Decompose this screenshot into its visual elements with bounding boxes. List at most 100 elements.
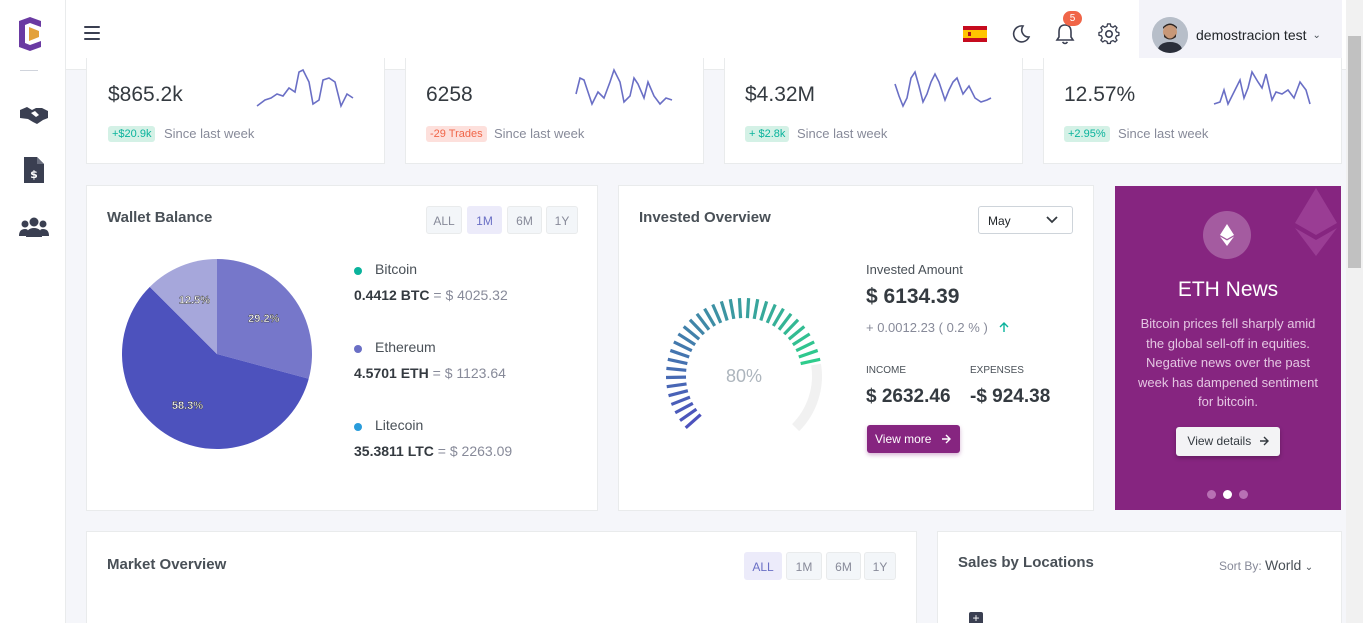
stat-value: $865.2k — [108, 83, 183, 106]
stat-card-rate: 12.57% +2.95% Since last week — [1043, 58, 1342, 164]
carousel-dot-active[interactable] — [1223, 490, 1232, 499]
gauge-tick — [673, 340, 693, 353]
coin-usd: $ 2263.09 — [449, 443, 513, 459]
users-icon[interactable] — [18, 212, 50, 242]
sidebar: $ — [0, 0, 66, 623]
gauge-tick — [737, 298, 743, 319]
stat-since-text: Since last week — [164, 126, 255, 141]
sales-by-locations-card: Sales by Locations Sort By: World ⌄ + — [937, 531, 1342, 623]
sort-dropdown[interactable]: Sort By: World ⌄ — [1219, 557, 1313, 573]
chevron-down-icon — [1046, 216, 1058, 224]
notification-badge: 5 — [1063, 11, 1082, 26]
range-button-1m[interactable]: 1M — [786, 552, 822, 580]
invested-change-text: + 0.0012.23 ( 0.2 % ) — [866, 320, 988, 335]
pie-slice-label: 58.3% — [172, 400, 203, 412]
month-select-value: May — [988, 214, 1011, 228]
range-button-6m[interactable]: 6M — [507, 206, 542, 234]
legend-dot — [354, 267, 362, 275]
gauge-tick — [667, 357, 688, 366]
arrow-right-icon — [1259, 436, 1269, 446]
view-details-label: View details — [1187, 434, 1252, 448]
view-more-button[interactable]: View more — [867, 425, 960, 453]
range-button-1m[interactable]: 1M — [467, 206, 502, 234]
spain-flag-icon[interactable] — [963, 26, 987, 42]
gauge-tick — [728, 298, 736, 320]
invested-gauge — [665, 298, 822, 432]
user-name: demostracion test — [1196, 27, 1307, 43]
gauge-tick — [798, 348, 819, 359]
stat-value: 12.57% — [1064, 83, 1136, 106]
range-button-all[interactable]: ALL — [426, 206, 462, 234]
gauge-tick — [752, 298, 760, 320]
brand-logo[interactable] — [17, 17, 43, 51]
wallet-balance-card: Wallet Balance ALL 1M 6M 1Y 29.2% 58.3% 12… — [86, 185, 598, 511]
gauge-tick — [800, 357, 821, 366]
gauge-tick — [759, 300, 769, 321]
invested-change: + 0.0012.23 ( 0.2 % ) — [866, 320, 1009, 335]
gauge-tick — [670, 395, 691, 406]
menu-toggle-icon[interactable] — [84, 26, 100, 40]
gauge-tick — [765, 303, 777, 324]
chevron-down-icon: ⌄ — [1304, 562, 1314, 573]
income-value: $ 2632.46 — [866, 386, 951, 407]
coin-usd: $ 4025.32 — [445, 287, 508, 303]
invested-amount-label: Invested Amount — [866, 262, 963, 277]
invested-overview-card: Invested Overview May 80% Invested Amoun… — [618, 185, 1094, 511]
gauge-tick — [674, 401, 694, 415]
invested-amount: $ 6134.39 — [866, 285, 960, 308]
gauge-tick — [719, 300, 729, 321]
stat-change-badge: + $2.8k — [745, 126, 790, 142]
gauge-value-label: 80% — [725, 366, 763, 386]
ethereum-icon — [1203, 211, 1251, 259]
eth-news-text: Bitcoin prices fell sharply amid the glo… — [1138, 316, 1318, 410]
card-title: Sales by Locations — [958, 554, 1094, 571]
ethereum-watermark-icon — [1295, 188, 1337, 256]
gauge-tick — [668, 389, 689, 398]
stat-change-badge: +$20.9k — [108, 126, 156, 142]
scrollbar-thumb[interactable] — [1348, 36, 1361, 268]
sort-label: Sort By: — [1219, 559, 1262, 573]
month-select[interactable]: May — [978, 206, 1073, 234]
coin-amount: 0.4412 BTC — [354, 287, 430, 303]
svg-text:$: $ — [30, 168, 38, 181]
handshake-icon[interactable] — [18, 100, 50, 130]
zoom-in-icon[interactable]: + — [969, 612, 983, 623]
range-button-6m[interactable]: 6M — [826, 552, 861, 580]
expenses-label: EXPENSES — [970, 365, 1024, 376]
range-button-1y[interactable]: 1Y — [546, 206, 578, 234]
stat-value: 6258 — [426, 83, 473, 106]
sparkline — [256, 68, 354, 109]
stat-change-badge: -29 Trades — [426, 126, 487, 142]
stat-card-volume: $4.32M + $2.8k Since last week — [724, 58, 1023, 164]
gear-icon[interactable] — [1097, 22, 1121, 46]
carousel-dot[interactable] — [1239, 490, 1248, 499]
carousel-dot[interactable] — [1207, 490, 1216, 499]
stat-value: $4.32M — [745, 83, 816, 106]
market-overview-card: Market Overview ALL 1M 6M 1Y — [86, 531, 917, 623]
moon-icon[interactable] — [1009, 22, 1033, 46]
view-details-button[interactable]: View details — [1176, 427, 1280, 456]
legend-coin-name: Ethereum — [375, 339, 436, 355]
stat-card-trades: 6258 -29 Trades Since last week — [405, 58, 704, 164]
legend-dot — [354, 345, 362, 353]
arrow-up-icon — [999, 322, 1009, 332]
coin-amount: 35.3811 LTC — [354, 443, 434, 459]
legend-coin-name: Litecoin — [375, 417, 424, 433]
chevron-down-icon: ⌄ — [1312, 29, 1321, 41]
eth-news-card: ETH News Bitcoin prices fell sharply ami… — [1115, 186, 1341, 510]
legend-coin-value: 0.4412 BTC = $ 4025.32 — [354, 287, 508, 303]
range-button-all[interactable]: ALL — [744, 552, 782, 580]
legend-dot — [354, 423, 362, 431]
income-label: INCOME — [866, 365, 906, 376]
coin-amount: 4.5701 ETH — [354, 365, 429, 381]
gauge-tick — [745, 298, 751, 319]
sparkline — [894, 70, 992, 108]
invoice-dollar-icon[interactable]: $ — [18, 155, 50, 185]
expenses-value: -$ 924.38 — [970, 386, 1051, 407]
stat-since-text: Since last week — [797, 126, 888, 141]
sort-value: World — [1265, 557, 1302, 573]
legend-coin-name: Bitcoin — [375, 261, 418, 277]
gauge-tick — [795, 340, 815, 353]
card-title: Wallet Balance — [107, 209, 213, 226]
range-button-1y[interactable]: 1Y — [864, 552, 896, 580]
